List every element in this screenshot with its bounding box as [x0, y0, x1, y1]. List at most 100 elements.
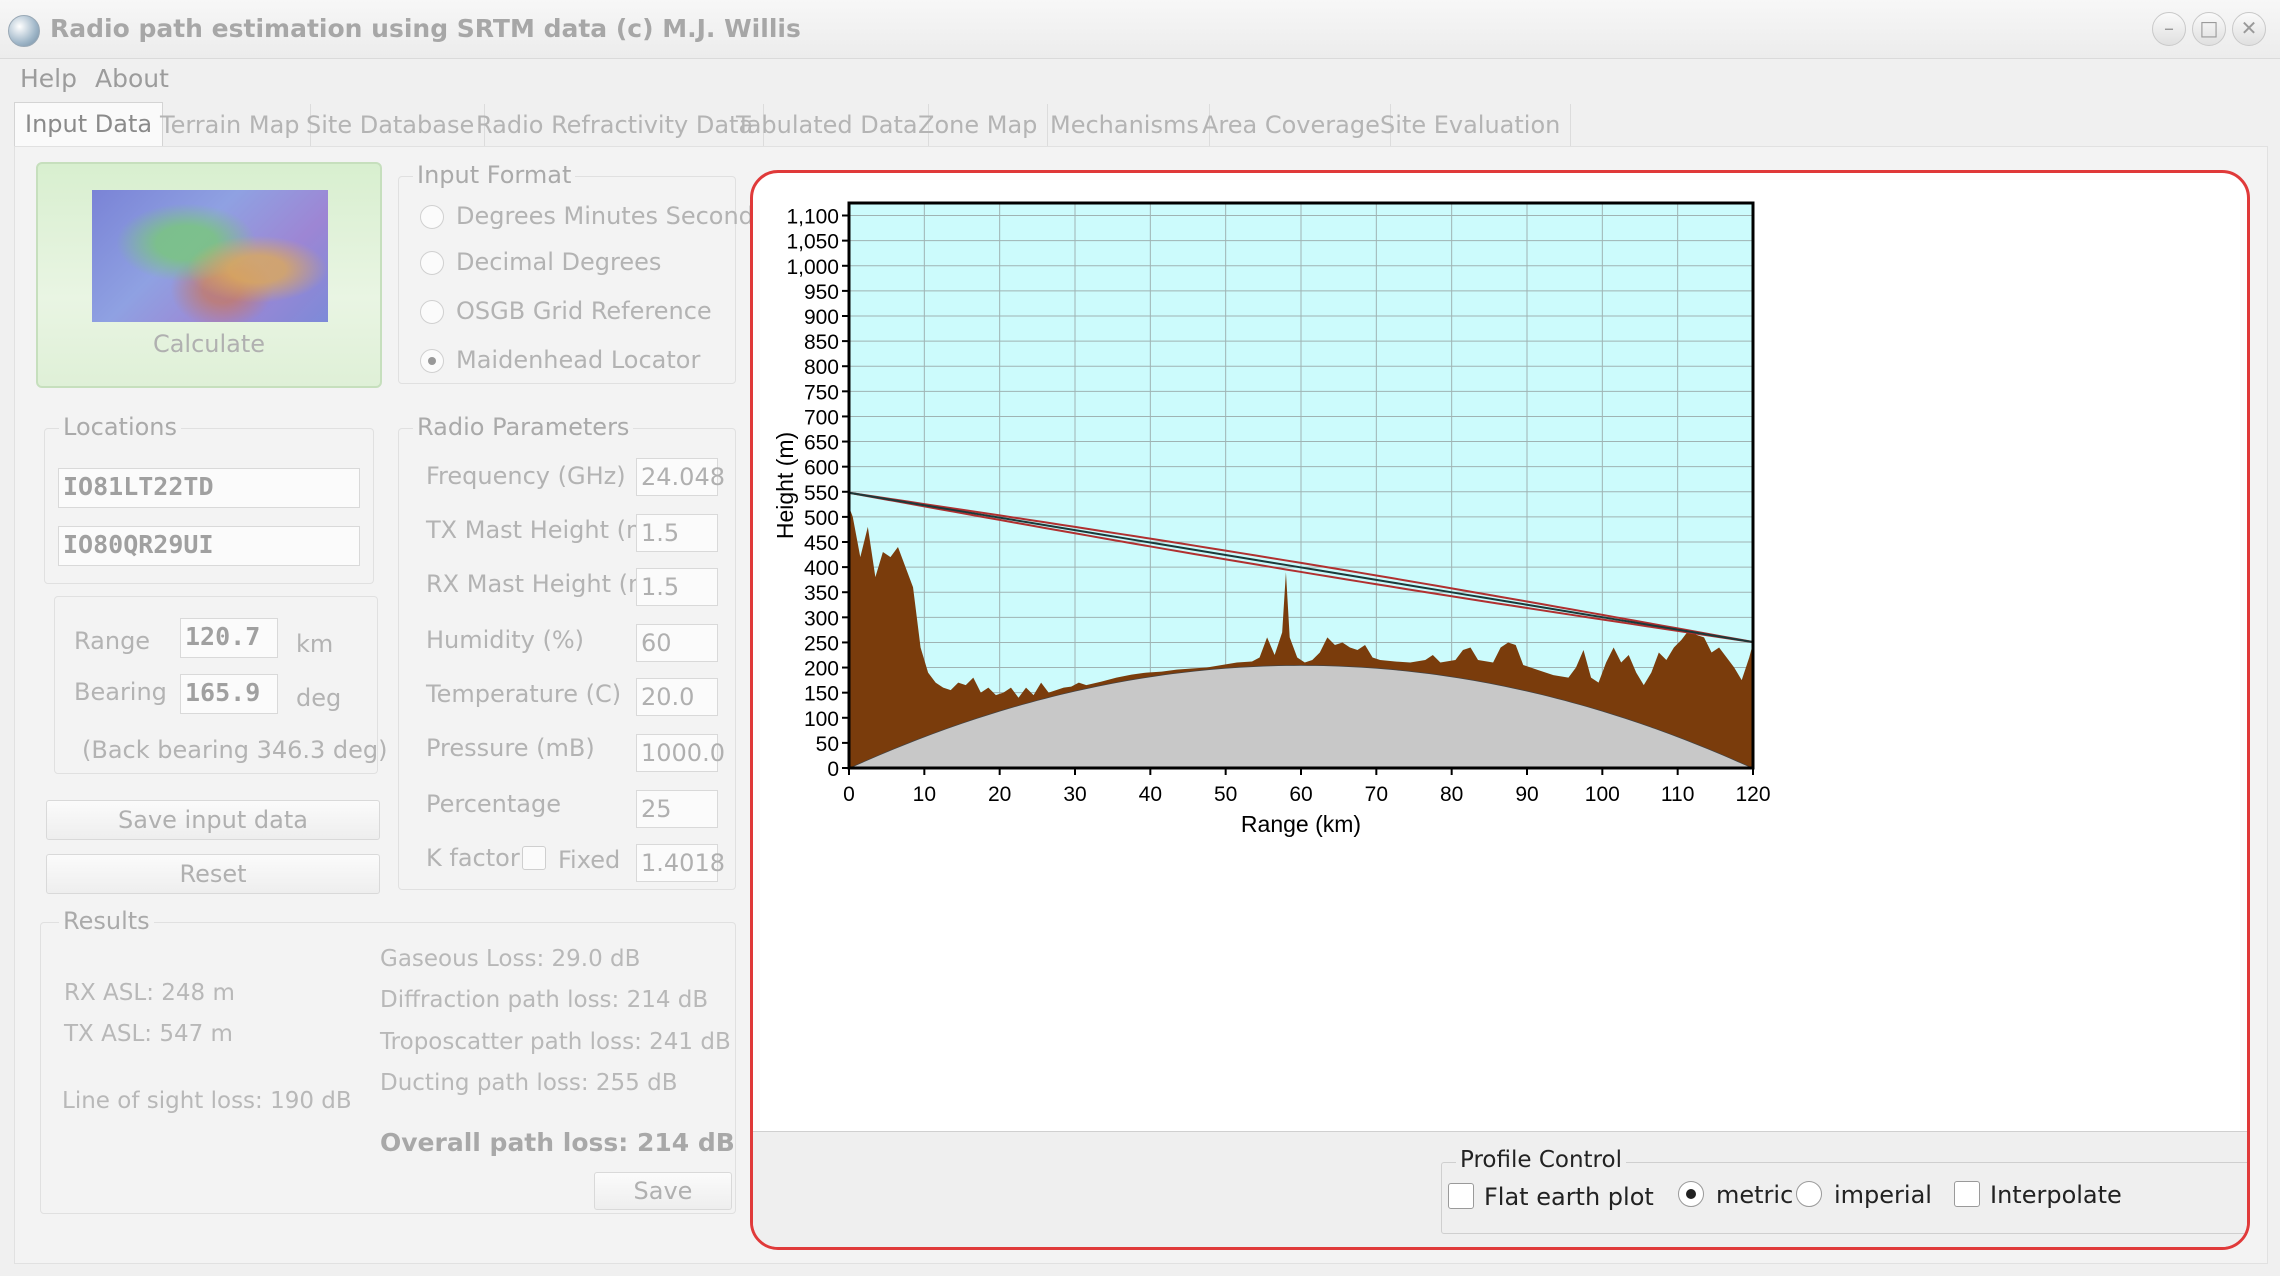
x-tick-label: 110	[1661, 783, 1694, 806]
fixed-label: Fixed	[558, 846, 621, 874]
fixed-kfactor-checkbox[interactable]	[522, 846, 546, 870]
y-tick-label: 500	[804, 507, 839, 530]
tab-area-coverage[interactable]: Area Coverage	[1192, 104, 1391, 146]
menu-bar: Help About	[0, 58, 2280, 98]
save-button[interactable]: Save	[594, 1172, 732, 1210]
x-tick-label: 50	[1214, 783, 1237, 806]
flat-earth-checkbox[interactable]	[1448, 1183, 1474, 1209]
rx-asl: RX ASL: 248 m	[64, 980, 235, 1006]
x-tick-label: 90	[1515, 783, 1538, 806]
y-tick-label: 250	[804, 632, 839, 655]
y-tick-label: 350	[804, 582, 839, 605]
y-tick-label: 50	[816, 733, 839, 756]
save-input-button[interactable]: Save input data	[46, 800, 380, 840]
tx-asl: TX ASL: 547 m	[64, 1021, 233, 1047]
y-tick-label: 650	[804, 432, 839, 455]
tab-input-data[interactable]: Input Data	[14, 102, 164, 149]
y-tick-label: 950	[804, 281, 839, 304]
ducting-loss: Ducting path loss: 255 dB	[380, 1070, 678, 1096]
window-title: Radio path estimation using SRTM data (c…	[50, 14, 801, 43]
back-bearing: (Back bearing 346.3 deg)	[82, 736, 388, 764]
tab-mechanisms[interactable]: Mechanisms	[1040, 104, 1210, 146]
y-tick-label: 450	[804, 532, 839, 555]
tab-terrain-map[interactable]: Terrain Map	[150, 104, 311, 146]
metric-label: metric	[1716, 1181, 1794, 1209]
x-tick-label: 0	[843, 783, 855, 806]
menu-about[interactable]: About	[95, 64, 169, 93]
rx-mast-input[interactable]: 1.5	[636, 568, 718, 606]
minimize-button[interactable]: –	[2152, 12, 2186, 46]
tab-zone-map[interactable]: Zone Map	[908, 104, 1049, 146]
radio-osgb-label: OSGB Grid Reference	[456, 297, 712, 325]
diffraction-loss: Diffraction path loss: 214 dB	[380, 987, 709, 1013]
x-tick-label: 120	[1735, 783, 1770, 806]
profile-control-area: Profile Control Flat earth plot metric i…	[753, 1131, 2247, 1247]
x-tick-label: 40	[1139, 783, 1162, 806]
frequency-input[interactable]: 24.048	[636, 458, 725, 496]
temperature-input[interactable]: 20.0	[636, 678, 718, 716]
overall-path-loss: Overall path loss: 214 dB	[380, 1128, 735, 1157]
radio-osgb[interactable]	[420, 300, 444, 324]
close-button[interactable]: ✕	[2232, 12, 2266, 46]
bearing-label: Bearing	[74, 678, 167, 706]
troposcatter-loss: Troposcatter path loss: 241 dB	[380, 1029, 731, 1055]
menu-help[interactable]: Help	[20, 64, 77, 93]
x-tick-label: 20	[988, 783, 1011, 806]
x-tick-label: 10	[913, 783, 936, 806]
interpolate-checkbox[interactable]	[1954, 1181, 1980, 1207]
profile-control-group: Profile Control Flat earth plot metric i…	[1441, 1147, 2247, 1234]
interpolate-label: Interpolate	[1990, 1181, 2122, 1209]
tab-tabulated-data[interactable]: Tabulated Data	[726, 104, 929, 146]
maximize-button[interactable]: □	[2192, 12, 2226, 46]
x-tick-label: 60	[1289, 783, 1312, 806]
y-tick-label: 200	[804, 658, 839, 681]
bearing-unit: deg	[296, 684, 342, 712]
tab-site-evaluation[interactable]: Site Evaluation	[1370, 104, 1572, 146]
calculate-label: Calculate	[152, 330, 266, 358]
y-tick-label: 600	[804, 457, 839, 480]
y-tick-label: 700	[804, 406, 839, 429]
calculate-button[interactable]: Calculate	[36, 162, 382, 388]
y-tick-label: 0	[827, 758, 839, 781]
globe-icon	[8, 15, 40, 47]
reset-button[interactable]: Reset	[46, 854, 380, 894]
radio-maidenhead[interactable]	[420, 349, 444, 373]
percentage-input[interactable]: 25	[636, 790, 718, 828]
radio-decimal[interactable]	[420, 251, 444, 275]
app-window: Radio path estimation using SRTM data (c…	[0, 0, 2280, 1276]
title-bar: Radio path estimation using SRTM data (c…	[0, 0, 2280, 59]
pressure-input[interactable]: 1000.0	[636, 734, 725, 772]
tx-mast-input[interactable]: 1.5	[636, 514, 718, 552]
tab-radio-refractivity[interactable]: Radio Refractivity Data	[466, 104, 765, 146]
bearing-value: 165.9	[180, 674, 278, 714]
y-tick-label: 1,050	[786, 231, 839, 254]
radio-dms[interactable]	[420, 205, 444, 229]
flat-earth-label: Flat earth plot	[1484, 1183, 1654, 1211]
locations-legend: Locations	[59, 413, 182, 441]
location-2-input[interactable]: IO80QR29UI	[58, 526, 360, 566]
radio-decimal-label: Decimal Degrees	[456, 248, 662, 276]
range-unit: km	[296, 630, 334, 658]
y-tick-label: 800	[804, 356, 839, 379]
europe-map-icon	[92, 190, 328, 322]
humidity-input[interactable]: 60	[636, 624, 718, 662]
y-tick-label: 1,100	[786, 206, 839, 229]
tab-strip: Input Data Terrain Map Site Database Rad…	[14, 102, 2214, 149]
rx-mast-label: RX Mast Height (m)	[426, 570, 661, 598]
y-tick-label: 550	[804, 482, 839, 505]
kfactor-label: K factor	[426, 844, 520, 872]
range-value: 120.7	[180, 618, 278, 658]
y-tick-label: 400	[804, 557, 839, 580]
percentage-label: Percentage	[426, 790, 562, 818]
tab-site-database[interactable]: Site Database	[296, 104, 486, 146]
imperial-radio[interactable]	[1796, 1181, 1822, 1207]
y-tick-label: 100	[804, 708, 839, 731]
metric-radio[interactable]	[1678, 1181, 1704, 1207]
kfactor-input[interactable]: 1.4018	[636, 844, 725, 882]
location-1-input[interactable]: IO81LT22TD	[58, 468, 360, 508]
y-tick-label: 300	[804, 607, 839, 630]
y-tick-label: 150	[804, 683, 839, 706]
y-tick-label: 900	[804, 306, 839, 329]
x-tick-label: 100	[1585, 783, 1620, 806]
results-legend: Results	[59, 907, 154, 935]
